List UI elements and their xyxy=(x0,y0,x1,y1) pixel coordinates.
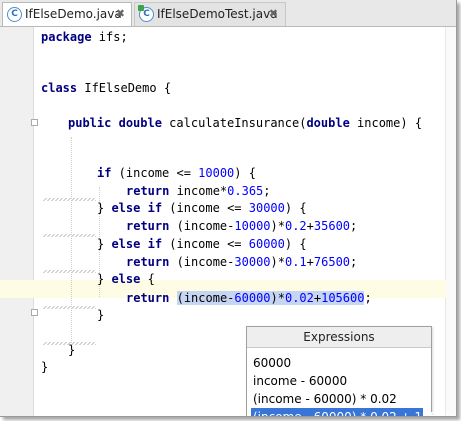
code-line-return-4[interactable]: return (income-60000)*0.02+105600; xyxy=(126,289,372,307)
editor-gutter xyxy=(0,27,38,416)
editor-tab-bar: C IfElseDemo.java ✖ C IfElseDemoTest.jav… xyxy=(0,0,456,27)
code-line-package: package ifs; xyxy=(41,30,128,44)
expression-item-selected[interactable]: (income - 60000) * 0.02 + 105600 xyxy=(251,408,456,416)
whitespace-marker xyxy=(43,270,96,273)
java-test-class-icon: C xyxy=(138,5,154,22)
code-line-if: if (income <= 10000) { xyxy=(97,166,256,180)
code-line-method: public double calculateInsurance(double … xyxy=(68,116,423,130)
whitespace-marker xyxy=(43,198,96,201)
code-line-else-if-2: } else if (income <= 60000) { xyxy=(97,237,307,251)
code-line-else-if-1: } else if (income <= 30000) { xyxy=(97,201,307,215)
tab-label: IfElseDemoTest.java xyxy=(157,7,278,21)
code-line-class-close: } xyxy=(41,360,49,374)
expression-item[interactable]: income - 60000 xyxy=(251,372,347,390)
selected-expression: (income-60000)*0.02+105600 xyxy=(176,291,365,305)
editor-window: C IfElseDemo.java ✖ C IfElseDemoTest.jav… xyxy=(0,0,457,417)
close-tab-icon[interactable]: ✖ xyxy=(269,3,278,25)
whitespace-marker xyxy=(43,234,96,237)
java-class-icon: C xyxy=(7,7,22,22)
code-line-return-3: return (income-30000)*0.1+76500; xyxy=(126,255,358,269)
fold-marker-icon[interactable] xyxy=(31,309,38,316)
expressions-popup: Expressions 60000 income - 60000 (income… xyxy=(246,326,456,416)
code-line-return-2: return (income-10000)*0.2+35600; xyxy=(126,219,358,233)
expression-item[interactable]: 60000 xyxy=(251,354,291,372)
indent-guide xyxy=(71,137,72,347)
popup-title: Expressions xyxy=(247,327,431,348)
code-line-if-close: } xyxy=(97,308,105,322)
fold-marker-icon[interactable] xyxy=(31,119,38,126)
code-line-else: } else { xyxy=(97,272,155,286)
tab-label: IfElseDemo.java xyxy=(25,7,122,21)
code-line-return-1: return income*0.365; xyxy=(126,184,271,198)
code-line-class: class IfElseDemo { xyxy=(41,81,172,95)
code-editor[interactable]: package ifs; class IfElseDemo { public d… xyxy=(0,27,456,416)
expression-item[interactable]: (income - 60000) * 0.02 xyxy=(251,390,397,408)
tab-ifelsedemotest[interactable]: C IfElseDemoTest.java ✖ xyxy=(134,2,286,26)
tab-ifelsedemo[interactable]: C IfElseDemo.java ✖ xyxy=(2,2,132,26)
whitespace-marker xyxy=(43,306,96,309)
editor-scrollbar[interactable] xyxy=(445,27,456,416)
close-tab-icon[interactable]: ✖ xyxy=(116,3,125,25)
code-line-method-close: } xyxy=(68,343,76,357)
